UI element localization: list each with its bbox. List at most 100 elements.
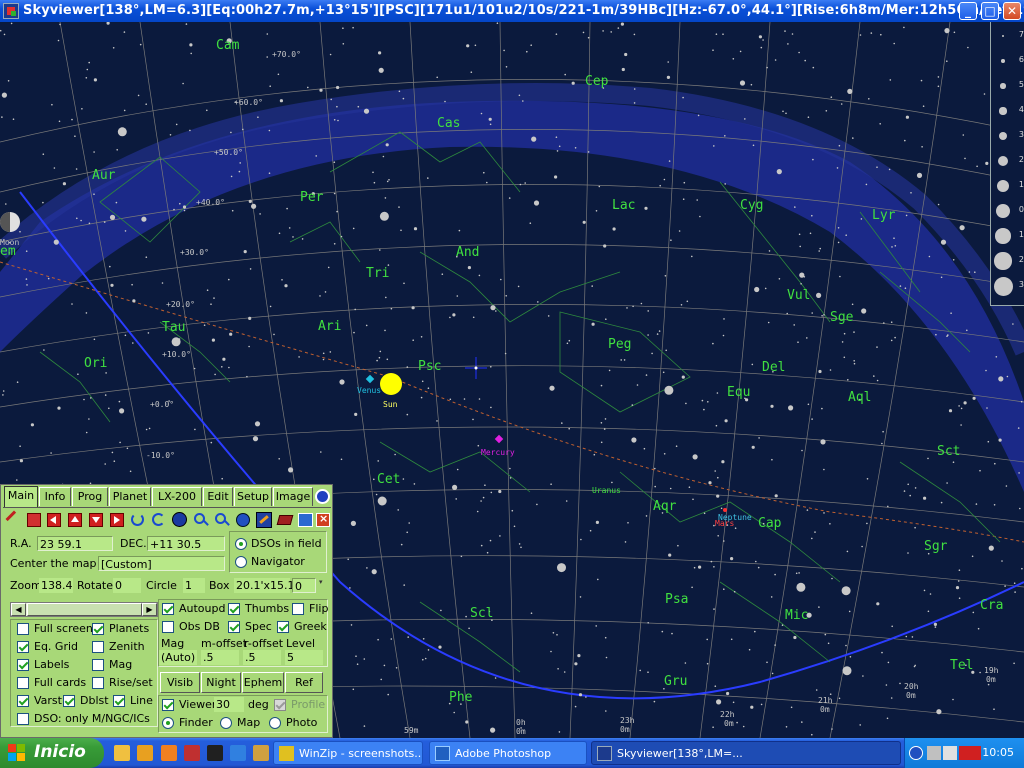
pin-icon[interactable]	[5, 510, 23, 529]
thumbs-checkbox[interactable]	[228, 603, 240, 615]
full-screen-checkbox[interactable]	[17, 623, 29, 635]
star	[724, 135, 726, 137]
autoupd-checkbox[interactable]	[162, 603, 174, 615]
viewer-field[interactable]: 30	[214, 697, 244, 712]
zoom-scrollbar[interactable]: ◀ ▶	[10, 602, 158, 617]
circle-field[interactable]: 1	[183, 578, 205, 593]
map-radio[interactable]	[220, 717, 232, 729]
dso-only-checkbox[interactable]	[17, 713, 29, 725]
ref-button[interactable]: Ref	[285, 672, 323, 693]
ra-field[interactable]: 23 59.1	[37, 536, 113, 551]
mag-value-field[interactable]: (Auto)	[159, 650, 197, 665]
ephem-button[interactable]: Ephem	[242, 672, 284, 693]
flip-checkbox[interactable]	[292, 603, 304, 615]
arrow-up-icon[interactable]	[66, 511, 84, 529]
box-field[interactable]: 20.1'x15.1'	[234, 578, 298, 593]
finder-radio[interactable]	[162, 717, 174, 729]
star	[498, 489, 502, 494]
film-icon[interactable]	[207, 745, 223, 761]
plane-icon[interactable]	[137, 745, 153, 761]
tab-lx200[interactable]: LX-200	[152, 487, 202, 506]
start-button[interactable]: Inicio	[0, 738, 104, 768]
tab-info[interactable]: Info	[39, 487, 71, 506]
greek-checkbox[interactable]	[277, 621, 289, 633]
star	[365, 324, 368, 327]
planets-checkbox[interactable]	[92, 623, 104, 635]
rotate-ccw-icon[interactable]	[129, 511, 147, 529]
task-skyviewer[interactable]: Skyviewer[138°,LM=...	[591, 741, 901, 765]
chart-icon[interactable]	[230, 745, 246, 761]
dec-field[interactable]: +11 30.5	[147, 536, 225, 551]
zenith-checkbox[interactable]	[92, 641, 104, 653]
night-button[interactable]: Night	[201, 672, 241, 693]
network-icon[interactable]	[927, 746, 941, 760]
scroll-thumb[interactable]	[27, 603, 142, 616]
scroll-left-icon[interactable]: ◀	[11, 603, 26, 616]
arrow-down-icon[interactable]	[87, 511, 105, 529]
spec-checkbox[interactable]	[228, 621, 240, 633]
star	[80, 219, 82, 222]
help-icon[interactable]	[315, 489, 330, 504]
task-winzip[interactable]: WinZip - screenshots....	[273, 741, 423, 765]
star	[465, 720, 469, 724]
star	[582, 31, 585, 34]
telescope-icon[interactable]	[255, 511, 273, 529]
zoom-in-icon[interactable]	[192, 511, 210, 529]
window-icon[interactable]	[297, 511, 315, 529]
speaker-icon[interactable]	[943, 746, 957, 760]
level-field[interactable]: 5	[285, 650, 323, 665]
roffset-field[interactable]: .5	[243, 650, 281, 665]
center-select[interactable]: [Custom]	[98, 556, 225, 571]
varst-checkbox[interactable]	[17, 695, 29, 707]
star	[734, 527, 737, 529]
tab-main[interactable]: Main	[4, 486, 38, 507]
ati-icon[interactable]	[959, 746, 981, 760]
viewer-checkbox[interactable]	[162, 699, 174, 711]
dblst-checkbox[interactable]	[63, 695, 75, 707]
labels-checkbox[interactable]	[17, 659, 29, 671]
star	[811, 537, 813, 540]
maximize-button[interactable]: □	[981, 2, 999, 20]
mag-checkbox[interactable]	[92, 659, 104, 671]
app-icon[interactable]	[3, 3, 19, 19]
book-icon[interactable]	[276, 511, 294, 529]
tab-image[interactable]: Image	[273, 487, 313, 506]
star	[838, 697, 841, 700]
line-checkbox[interactable]	[113, 695, 125, 707]
box-extra-field[interactable]: 0	[292, 578, 316, 593]
title-bar[interactable]: Skyviewer[138°,LM=6.3][Eq:00h27.7m,+13°1…	[0, 0, 1024, 22]
scroll-right-icon[interactable]: ▶	[142, 603, 157, 616]
tab-edit[interactable]: Edit	[203, 487, 233, 506]
tab-setup[interactable]: Setup	[234, 487, 272, 506]
app-a-icon[interactable]	[161, 745, 177, 761]
rotate-field[interactable]: 0	[113, 578, 141, 593]
minimize-button[interactable]: _	[959, 2, 977, 20]
task-photoshop[interactable]: Adobe Photoshop	[429, 741, 587, 765]
tab-planet[interactable]: Planet	[109, 487, 151, 506]
zoom-out-icon[interactable]	[213, 511, 231, 529]
rise-set-checkbox[interactable]	[92, 677, 104, 689]
star	[93, 151, 95, 153]
media-icon[interactable]	[184, 745, 200, 761]
close-button[interactable]: ✕	[1003, 2, 1021, 20]
rotate-cw-icon[interactable]	[150, 511, 168, 529]
eq-grid-checkbox[interactable]	[17, 641, 29, 653]
tab-prog[interactable]: Prog	[72, 487, 108, 506]
moffset-field[interactable]: .5	[201, 650, 239, 665]
zoom-fit-icon[interactable]	[171, 511, 189, 529]
photo-radio[interactable]	[269, 717, 281, 729]
globe-icon[interactable]	[234, 511, 252, 529]
files-icon[interactable]	[253, 745, 269, 761]
full-cards-checkbox[interactable]	[17, 677, 29, 689]
tray-expand-icon[interactable]	[909, 746, 923, 760]
visib-button[interactable]: Visib	[160, 672, 200, 693]
arrow-left-icon[interactable]	[45, 511, 63, 529]
exit-icon[interactable]: ×	[315, 511, 333, 529]
zoom-field[interactable]: 138.4	[39, 578, 73, 593]
obs-db-checkbox[interactable]	[162, 621, 174, 633]
profile-checkbox[interactable]	[274, 699, 286, 711]
save-icon[interactable]	[25, 511, 43, 529]
folder-icon[interactable]	[114, 745, 130, 761]
spin-icon[interactable]: ▾	[319, 578, 327, 593]
arrow-right-icon[interactable]	[108, 511, 126, 529]
